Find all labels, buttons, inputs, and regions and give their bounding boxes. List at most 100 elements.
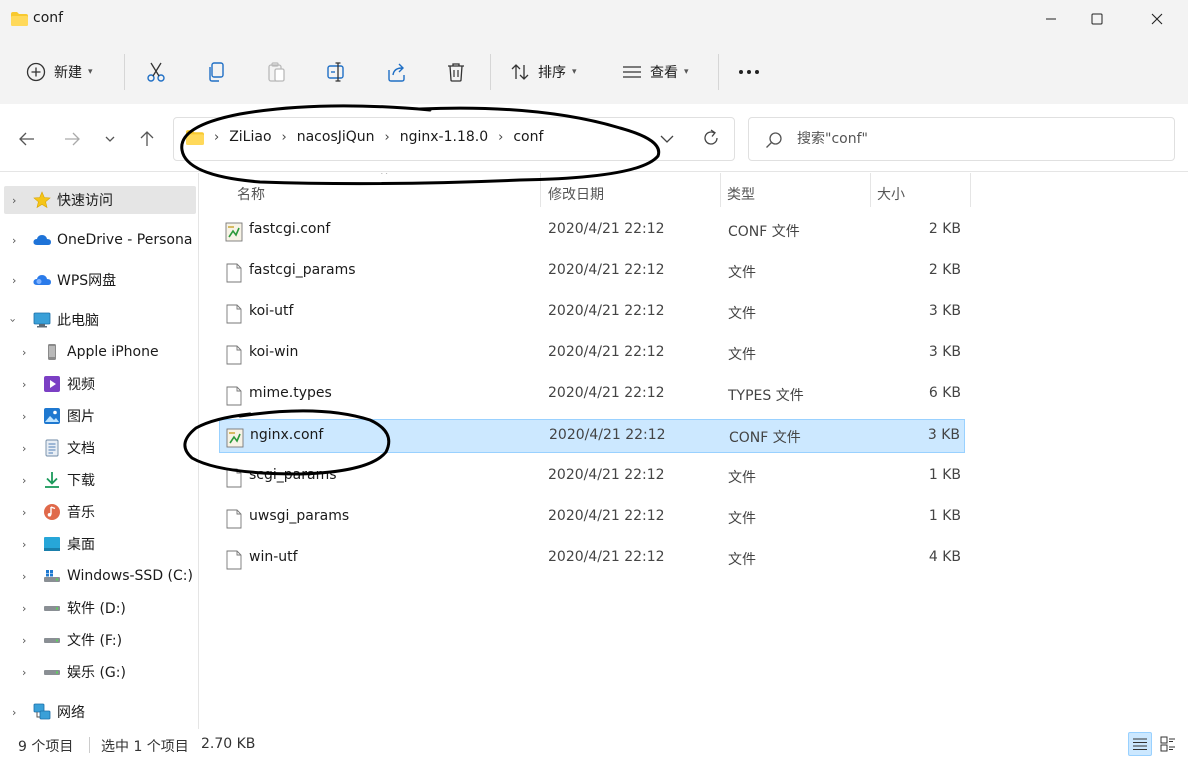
address-history-button[interactable] [660, 130, 674, 152]
drive-icon [44, 670, 60, 675]
toolbar-divider [490, 54, 491, 90]
tiles-view-button[interactable] [1156, 732, 1180, 756]
sidebar-item-iphone[interactable]: › Apple iPhone [4, 338, 196, 366]
share-button[interactable] [386, 54, 408, 90]
chevron-right-icon: › [22, 633, 27, 647]
selection-count: 选中 1 个项目 [101, 739, 189, 755]
delete-button[interactable] [446, 54, 466, 90]
paste-button[interactable] [266, 54, 286, 90]
minimize-button[interactable] [1028, 0, 1074, 38]
file-modified-date: 2020/4/21 22:12 [548, 508, 665, 524]
recent-locations-button[interactable] [96, 124, 124, 154]
file-type: 文件 [728, 511, 756, 527]
sidebar-item-label: 图片 [67, 409, 95, 425]
navigation-bar: › ZiLiao › nacosJiQun › nginx-1.18.0 › c… [0, 104, 1188, 172]
file-icon [225, 550, 243, 570]
sidebar-item-drive-d[interactable]: › 软件 (D:) [4, 594, 196, 622]
file-modified-date: 2020/4/21 22:12 [549, 427, 666, 443]
sidebar-item-pictures[interactable]: › 图片 [4, 402, 196, 430]
sidebar-item-desktop[interactable]: › 桌面 [4, 530, 196, 558]
window-title: conf [33, 10, 64, 26]
sidebar-item-label: WPS网盘 [57, 273, 117, 289]
chevron-down-icon: › [6, 317, 20, 323]
breadcrumb-item[interactable]: nginx-1.18.0 [400, 129, 488, 145]
maximize-button[interactable] [1074, 0, 1120, 38]
sidebar-item-drive-c[interactable]: › Windows-SSD (C:) [4, 562, 196, 590]
new-button[interactable]: 新建 ▾ [26, 54, 93, 90]
chevron-right-icon: › [22, 537, 27, 551]
file-size: 6 KB [928, 385, 961, 401]
chevron-right-icon: › [214, 129, 220, 145]
sidebar-item-drive-f[interactable]: › 文件 (F:) [4, 626, 196, 654]
sidebar-item-wps[interactable]: › WPS网盘 [4, 266, 196, 294]
drive-icon [44, 638, 60, 643]
details-view-button[interactable] [1128, 732, 1152, 756]
column-header-name[interactable]: 名称 [237, 179, 265, 209]
more-button[interactable] [738, 54, 760, 90]
sidebar-item-label: 娱乐 (G:) [67, 665, 126, 681]
paste-icon [268, 62, 285, 82]
cut-button[interactable] [146, 54, 166, 90]
sort-ascending-icon: ^ [380, 173, 389, 181]
file-size: 2 KB [928, 262, 961, 278]
column-divider[interactable] [540, 173, 541, 207]
file-size: 4 KB [928, 549, 961, 565]
file-row[interactable]: fastcgi_params 2020/4/21 22:12 文件 2 KB [219, 255, 965, 289]
back-button[interactable] [12, 124, 42, 154]
file-row[interactable]: scgi_params 2020/4/21 22:12 文件 1 KB [219, 460, 965, 494]
search-box[interactable] [748, 117, 1175, 161]
file-row[interactable]: fastcgi.conf 2020/4/21 22:12 CONF 文件 2 KB [219, 214, 965, 248]
address-bar[interactable]: › ZiLiao › nacosJiQun › nginx-1.18.0 › c… [173, 117, 735, 161]
sidebar-item-documents[interactable]: › 文档 [4, 434, 196, 462]
documents-icon [45, 439, 59, 457]
chevron-right-icon: › [12, 273, 17, 287]
sidebar-item-this-pc[interactable]: › 此电脑 [4, 306, 196, 334]
file-row[interactable]: mime.types 2020/4/21 22:12 TYPES 文件 6 KB [219, 378, 965, 412]
column-divider[interactable] [720, 173, 721, 207]
breadcrumb: › ZiLiao › nacosJiQun › nginx-1.18.0 › c… [186, 129, 543, 145]
column-header-size[interactable]: 大小 [877, 179, 905, 209]
sidebar-item-label: Windows-SSD (C:) [67, 568, 193, 584]
folder-icon [186, 129, 204, 145]
breadcrumb-item[interactable]: nacosJiQun [297, 129, 375, 145]
file-row[interactable]: uwsgi_params 2020/4/21 22:12 文件 1 KB [219, 501, 965, 535]
sidebar-item-onedrive[interactable]: › OneDrive - Persona [4, 226, 196, 254]
file-row[interactable]: koi-utf 2020/4/21 22:12 文件 3 KB [219, 296, 965, 330]
view-button[interactable]: 查看 ▾ [622, 54, 689, 90]
file-name: mime.types [249, 385, 332, 401]
file-row[interactable]: koi-win 2020/4/21 22:12 文件 3 KB [219, 337, 965, 371]
chevron-down-icon: ▾ [684, 67, 689, 77]
breadcrumb-item[interactable]: ZiLiao [229, 129, 271, 145]
sidebar-item-drive-g[interactable]: › 娱乐 (G:) [4, 658, 196, 686]
pictures-icon [44, 408, 60, 424]
up-button[interactable] [132, 124, 162, 154]
sidebar-item-network[interactable]: › 网络 [4, 698, 196, 726]
forward-button[interactable] [57, 124, 87, 154]
column-divider[interactable] [870, 173, 871, 207]
file-icon [225, 386, 243, 406]
search-input[interactable] [797, 128, 1157, 150]
column-header-type[interactable]: 类型 [727, 179, 755, 209]
file-row[interactable]: nginx.conf 2020/4/21 22:12 CONF 文件 3 KB [219, 419, 965, 453]
copy-button[interactable] [206, 54, 226, 90]
file-icon [225, 263, 243, 283]
sidebar-item-downloads[interactable]: › 下载 [4, 466, 196, 494]
chevron-right-icon: › [12, 705, 17, 719]
column-header-date[interactable]: 修改日期 [548, 179, 604, 209]
sidebar-item-label: 音乐 [67, 505, 95, 521]
chevron-right-icon: › [12, 233, 17, 247]
rename-button[interactable] [326, 54, 348, 90]
file-modified-date: 2020/4/21 22:12 [548, 303, 665, 319]
column-divider[interactable] [970, 173, 971, 207]
refresh-button[interactable] [702, 128, 720, 152]
breadcrumb-item[interactable]: conf [513, 129, 543, 145]
sidebar-item-music[interactable]: › 音乐 [4, 498, 196, 526]
sidebar-item-videos[interactable]: › 视频 [4, 370, 196, 398]
file-row[interactable]: win-utf 2020/4/21 22:12 文件 4 KB [219, 542, 965, 576]
close-button[interactable] [1134, 0, 1180, 38]
chevron-down-icon [660, 135, 674, 143]
plus-circle-icon [26, 62, 46, 82]
sidebar-item-quick-access[interactable]: › 快速访问 [4, 186, 196, 214]
sort-button[interactable]: 排序 ▾ [510, 54, 577, 90]
file-type: 文件 [728, 265, 756, 281]
